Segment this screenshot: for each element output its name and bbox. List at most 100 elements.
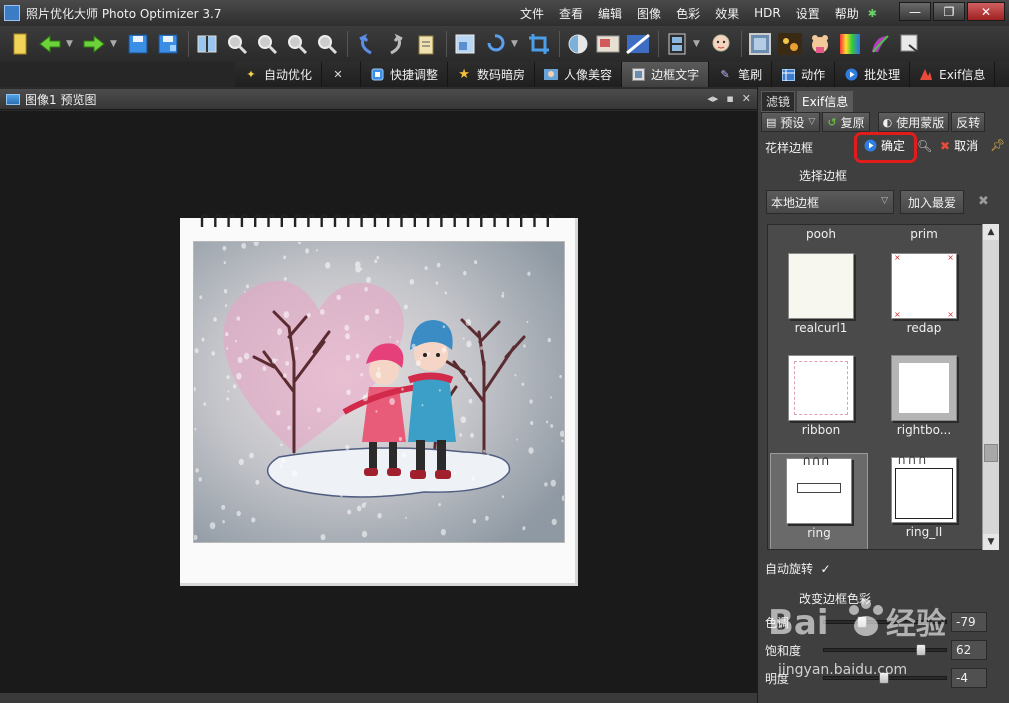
- tab-portrait-beauty[interactable]: 人像美容: [535, 62, 623, 87]
- cancel-button[interactable]: ✖ 取消: [940, 137, 978, 154]
- save-icon[interactable]: [124, 30, 152, 58]
- rainbow-icon[interactable]: [836, 30, 864, 58]
- auto-rotate-option[interactable]: 自动旋转 ✓: [765, 560, 832, 577]
- tab-batch[interactable]: 批处理: [835, 62, 911, 87]
- tab-exif-panel[interactable]: Exif信息: [797, 91, 854, 112]
- invert-button[interactable]: 反转: [951, 112, 986, 132]
- confirm-icon: [864, 139, 877, 152]
- menu-file[interactable]: 文件: [520, 5, 544, 22]
- sticker-icon[interactable]: [806, 30, 834, 58]
- portrait-icon[interactable]: [707, 30, 735, 58]
- filmstrip-dropdown-icon[interactable]: ▼: [693, 39, 703, 49]
- preset-icon: ▤: [766, 115, 777, 129]
- brush-icon[interactable]: [866, 30, 894, 58]
- use-mask-button[interactable]: ◐ 使用蒙版: [877, 112, 950, 132]
- zoom-actual-icon[interactable]: [313, 30, 341, 58]
- close-button[interactable]: ✕: [967, 2, 1005, 21]
- maximize-button[interactable]: ❐: [933, 2, 965, 21]
- gallery-scrollbar[interactable]: ▲ ▼: [982, 224, 999, 550]
- tab-exif[interactable]: Exif信息: [910, 62, 996, 87]
- menu-effects[interactable]: 效果: [715, 5, 739, 22]
- rotate-icon[interactable]: [481, 30, 509, 58]
- rotate-dropdown-icon[interactable]: ▼: [511, 39, 521, 49]
- tabbar-spacer: [0, 62, 235, 87]
- watermark-brand: Bai: [768, 603, 829, 643]
- tab-digital-darkroom[interactable]: ★ 数码暗房: [448, 62, 536, 87]
- tab-label: 快捷调整: [390, 68, 439, 82]
- tab-brush[interactable]: ✎ 笔刷: [709, 62, 773, 87]
- tab-auto-optimize[interactable]: ✦ 自动优化: [235, 62, 323, 87]
- compare-icon[interactable]: [193, 30, 221, 58]
- tab-filters[interactable]: 滤镜: [761, 91, 796, 112]
- frame-item-realcurl1[interactable]: realcurl1: [772, 253, 870, 337]
- preview-title: 图像1 预览图: [25, 92, 97, 107]
- frame-icon[interactable]: [746, 30, 774, 58]
- chevron-down-icon: ▽: [808, 117, 816, 127]
- auto-rotate-checkbox[interactable]: ✓: [819, 562, 832, 576]
- window-menu-icon[interactable]: ▪: [726, 92, 733, 105]
- tab-frame-text[interactable]: 边框文字: [622, 62, 710, 87]
- preset-button[interactable]: ▤ 预设 ▽: [761, 112, 821, 132]
- pin-icon[interactable]: 📌︎: [990, 138, 1005, 152]
- undo-icon[interactable]: [352, 30, 380, 58]
- frame-item-redap[interactable]: × × × × redap: [875, 253, 973, 337]
- tab-label: 笔刷: [738, 68, 763, 82]
- add-favorite-button[interactable]: 加入最爱: [900, 190, 964, 214]
- update-badge-icon[interactable]: ✱: [868, 7, 877, 20]
- frame-thumbnail: [788, 355, 854, 421]
- scrollbar-thumb[interactable]: [984, 444, 998, 462]
- frame-source-select[interactable]: 本地边框 ▽: [766, 190, 894, 214]
- frame-item-ring-ii[interactable]: ᑎᑎᑎ ring_II: [875, 456, 973, 541]
- zoom-in-icon[interactable]: [223, 30, 251, 58]
- window-controls: — ❐ ✕: [897, 2, 1005, 21]
- close-preview-icon[interactable]: ✕: [742, 92, 751, 105]
- hdr-icon[interactable]: [624, 30, 652, 58]
- color-picker-icon[interactable]: [564, 30, 592, 58]
- open-file-icon[interactable]: [6, 30, 34, 58]
- pin-window-icon[interactable]: ◂▸: [707, 92, 718, 105]
- menu-view[interactable]: 查看: [559, 5, 583, 22]
- menu-edit[interactable]: 编辑: [598, 5, 622, 22]
- frame-item-pooh[interactable]: pooh: [772, 225, 870, 243]
- clear-icon[interactable]: ✖: [978, 194, 989, 209]
- export-icon[interactable]: [896, 30, 924, 58]
- frame-item-ribbon[interactable]: ribbon: [772, 355, 870, 439]
- quick-adjust-icon: [370, 68, 384, 82]
- tab-quick-adjust[interactable]: 快捷调整: [361, 62, 449, 87]
- effects-icon[interactable]: [594, 30, 622, 58]
- brightness-value[interactable]: -4: [951, 668, 987, 688]
- back-icon[interactable]: [36, 30, 64, 58]
- minimize-button[interactable]: —: [899, 2, 931, 21]
- preview-zoom-icon[interactable]: 🔍︎: [917, 139, 932, 153]
- restore-button[interactable]: ↺ 复原: [822, 112, 870, 132]
- toolbar-separator: [446, 31, 447, 57]
- forward-dropdown-icon[interactable]: ▼: [110, 39, 120, 49]
- menu-hdr[interactable]: HDR: [754, 6, 781, 20]
- frame-item-label: ring: [807, 526, 831, 540]
- tab-tools[interactable]: ✕: [322, 62, 362, 87]
- frame-item-ring[interactable]: ᑎᑎᑎ ring: [770, 453, 868, 549]
- forward-icon[interactable]: [80, 30, 108, 58]
- confirm-button[interactable]: 确定: [864, 137, 905, 154]
- clipboard-icon[interactable]: [412, 30, 440, 58]
- redo-icon[interactable]: [382, 30, 410, 58]
- zoom-fit-icon[interactable]: [283, 30, 311, 58]
- crop-icon[interactable]: [525, 30, 553, 58]
- framed-photo[interactable]: [180, 214, 578, 586]
- sparkle-icon[interactable]: [776, 30, 804, 58]
- menu-help[interactable]: 帮助: [835, 5, 859, 22]
- filmstrip-icon[interactable]: [663, 30, 691, 58]
- tab-actions[interactable]: 动作: [772, 62, 836, 87]
- resize-icon[interactable]: [451, 30, 479, 58]
- menu-settings[interactable]: 设置: [796, 5, 820, 22]
- save-as-icon[interactable]: [154, 30, 182, 58]
- menu-color[interactable]: 色彩: [676, 5, 700, 22]
- scroll-down-icon[interactable]: ▼: [983, 534, 999, 550]
- back-dropdown-icon[interactable]: ▼: [66, 39, 76, 49]
- menu-image[interactable]: 图像: [637, 5, 661, 22]
- frame-item-rightborder[interactable]: rightbo...: [875, 355, 973, 439]
- main-toolbar: ▼ ▼ ▼ ▼: [0, 26, 1009, 62]
- scroll-up-icon[interactable]: ▲: [983, 224, 999, 240]
- frame-item-prim[interactable]: prim: [875, 225, 973, 243]
- zoom-out-icon[interactable]: [253, 30, 281, 58]
